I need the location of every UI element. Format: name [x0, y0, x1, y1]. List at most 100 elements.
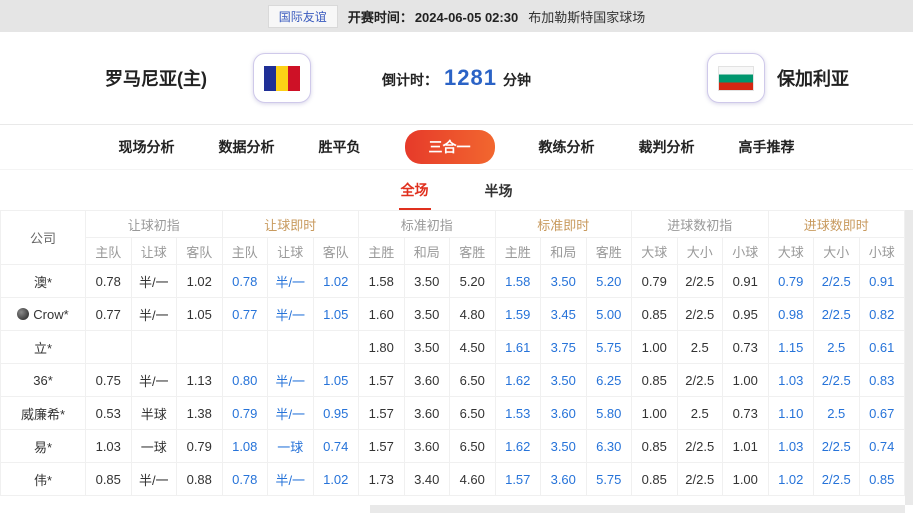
kickoff-label: 开赛时间： [348, 10, 413, 25]
odds-cell: 1.00 [632, 397, 678, 430]
odds-cell: 1.03 [768, 364, 814, 397]
group-header: 标准即时 [495, 211, 632, 238]
odds-cell [86, 331, 132, 364]
odds-cell: 3.50 [404, 331, 450, 364]
odds-cell: 5.00 [586, 298, 632, 331]
kickoff-value: 2024-06-05 02:30 [415, 10, 518, 25]
nav-tab[interactable]: 胜平负 [319, 137, 361, 157]
odds-cell: 3.60 [404, 364, 450, 397]
sub-column-header: 让球 [131, 238, 177, 265]
odds-cell: 0.74 [859, 430, 905, 463]
sub-column-header: 客胜 [450, 238, 496, 265]
odds-cell: 1.57 [495, 463, 541, 496]
odds-cell: 1.38 [177, 397, 223, 430]
romania-flag-icon [264, 66, 300, 91]
odds-cell: 0.85 [632, 298, 678, 331]
odds-cell: 1.62 [495, 430, 541, 463]
group-header: 进球数即时 [768, 211, 905, 238]
odds-cell: 0.79 [177, 430, 223, 463]
odds-cell: 0.91 [723, 265, 769, 298]
home-team: 罗马尼亚(主) [105, 53, 311, 103]
odds-cell: 半/一 [131, 463, 177, 496]
odds-cell: 2/2.5 [814, 364, 860, 397]
nav-tab[interactable]: 高手推荐 [739, 137, 795, 157]
sub-column-header: 小球 [859, 238, 905, 265]
subtab[interactable]: 全场 [399, 170, 431, 210]
odds-cell: 0.82 [859, 298, 905, 331]
odds-cell: 0.85 [859, 463, 905, 496]
odds-table: 公司让球初指让球即时标准初指标准即时进球数初指进球数即时主队让球客队主队让球客队… [0, 210, 905, 496]
odds-cell: 0.91 [859, 265, 905, 298]
odds-cell: 0.53 [86, 397, 132, 430]
sub-column-header: 让球 [268, 238, 314, 265]
odds-cell: 3.75 [541, 331, 587, 364]
odds-row: 36*0.75半/一1.130.80半/一1.051.573.606.501.6… [1, 364, 905, 397]
odds-cell: 3.50 [541, 265, 587, 298]
odds-cell: 3.50 [541, 364, 587, 397]
odds-cell: 1.03 [86, 430, 132, 463]
sub-column-header: 主胜 [495, 238, 541, 265]
odds-cell: 1.57 [359, 430, 405, 463]
company-name[interactable]: 澳* [1, 265, 86, 298]
company-name[interactable]: 立* [1, 331, 86, 364]
company-logo-icon [17, 308, 29, 320]
vertical-scrollbar[interactable] [905, 210, 913, 505]
company-name[interactable]: 36* [1, 364, 86, 397]
company-name[interactable]: 威廉希* [1, 397, 86, 430]
nav-tab[interactable]: 三合一 [405, 130, 495, 164]
odds-cell: 2/2.5 [677, 430, 723, 463]
odds-cell: 4.80 [450, 298, 496, 331]
odds-cell: 6.50 [450, 397, 496, 430]
match-info-bar: 国际友谊 开赛时间：2024-06-05 02:30 布加勒斯特国家球场 [0, 0, 913, 32]
league-badge[interactable]: 国际友谊 [268, 5, 338, 28]
odds-cell: 3.45 [541, 298, 587, 331]
odds-cell: 0.67 [859, 397, 905, 430]
nav-tab[interactable]: 裁判分析 [639, 137, 695, 157]
odds-cell: 1.01 [723, 430, 769, 463]
odds-cell: 1.57 [359, 364, 405, 397]
odds-cell: 2.5 [814, 397, 860, 430]
odds-cell: 2.5 [814, 331, 860, 364]
odds-cell: 4.50 [450, 331, 496, 364]
nav-tab[interactable]: 数据分析 [219, 137, 275, 157]
odds-cell: 半球 [131, 397, 177, 430]
sub-column-header: 和局 [404, 238, 450, 265]
sub-column-header: 大小 [677, 238, 723, 265]
odds-cell: 1.02 [313, 463, 359, 496]
odds-cell: 1.58 [359, 265, 405, 298]
nav-tab[interactable]: 现场分析 [119, 137, 175, 157]
odds-cell: 1.62 [495, 364, 541, 397]
odds-cell: 2/2.5 [814, 265, 860, 298]
odds-cell: 2/2.5 [677, 463, 723, 496]
odds-row: 立*1.803.504.501.613.755.751.002.50.731.1… [1, 331, 905, 364]
odds-cell: 半/一 [131, 364, 177, 397]
odds-cell: 1.00 [723, 364, 769, 397]
odds-cell: 0.78 [86, 265, 132, 298]
odds-cell: 3.40 [404, 463, 450, 496]
odds-cell: 1.05 [313, 298, 359, 331]
odds-cell: 0.74 [313, 430, 359, 463]
company-name[interactable]: Crow* [1, 298, 86, 331]
odds-cell: 1.05 [313, 364, 359, 397]
odds-cell: 2/2.5 [814, 463, 860, 496]
analysis-nav: 现场分析 数据分析 胜平负 三合一 教练分析 裁判分析 高手推荐 [0, 124, 913, 170]
group-header: 标准初指 [359, 211, 496, 238]
sub-column-header: 主队 [86, 238, 132, 265]
odds-cell: 0.85 [86, 463, 132, 496]
odds-cell: 5.80 [586, 397, 632, 430]
sub-column-header: 主队 [222, 238, 268, 265]
odds-cell: 0.79 [768, 265, 814, 298]
company-name[interactable]: 易* [1, 430, 86, 463]
group-header: 让球初指 [86, 211, 223, 238]
countdown-unit: 分钟 [503, 70, 531, 90]
subtab[interactable]: 半场 [483, 171, 515, 209]
odds-cell: 1.03 [768, 430, 814, 463]
odds-cell: 半/一 [131, 298, 177, 331]
horizontal-scrollbar[interactable] [370, 505, 905, 513]
odds-cell: 1.00 [723, 463, 769, 496]
odds-cell: 1.60 [359, 298, 405, 331]
nav-tab[interactable]: 教练分析 [539, 137, 595, 157]
odds-row: 伟*0.85半/一0.880.78半/一1.021.733.404.601.57… [1, 463, 905, 496]
sub-column-header: 小球 [723, 238, 769, 265]
company-name[interactable]: 伟* [1, 463, 86, 496]
